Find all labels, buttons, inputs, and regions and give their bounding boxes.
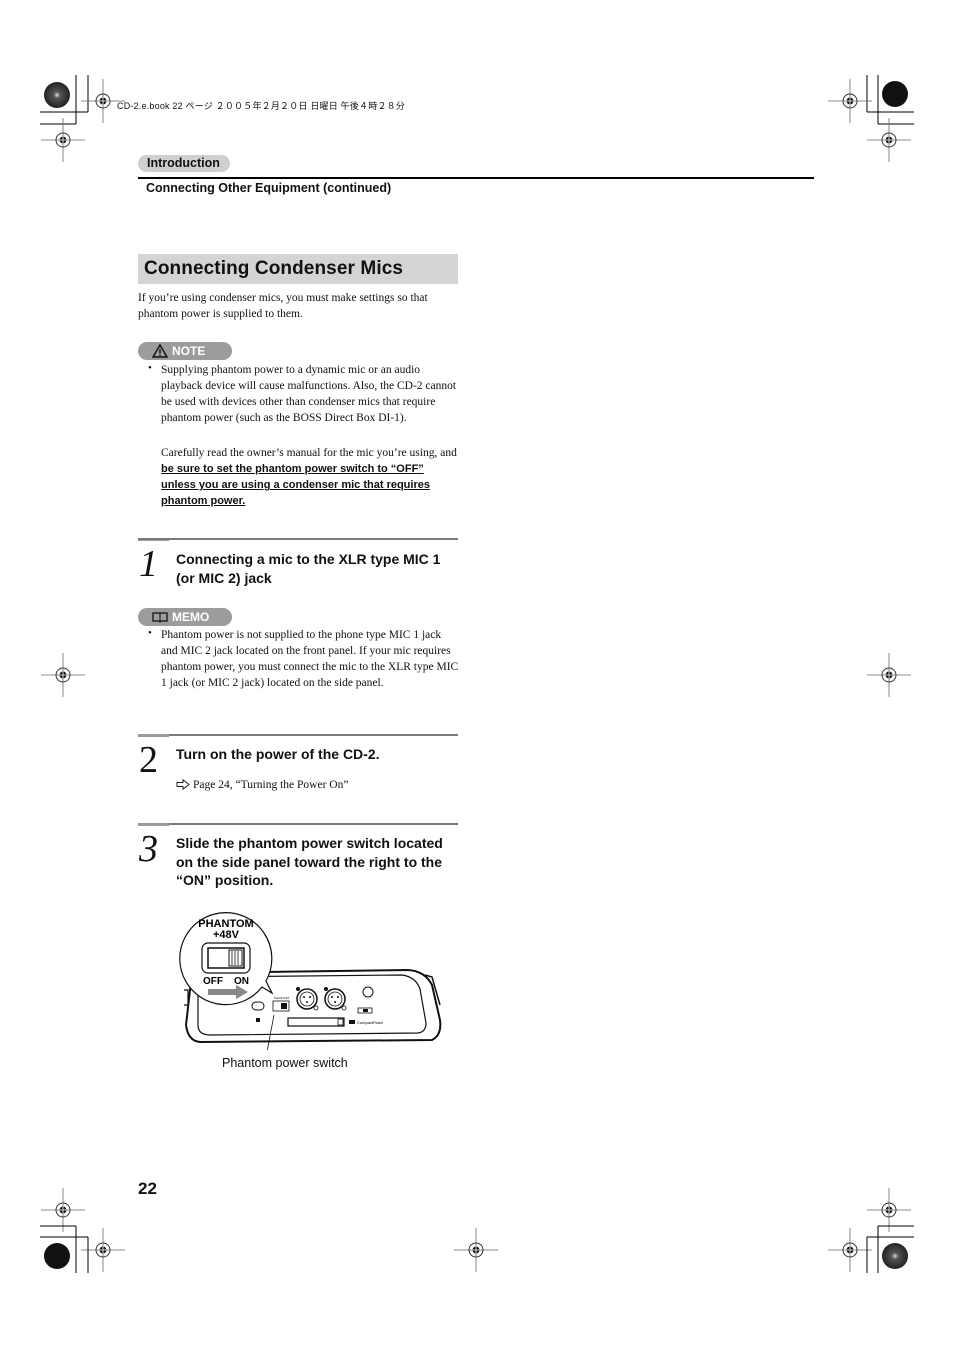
warning-triangle-icon	[152, 344, 168, 358]
color-target-mark	[44, 1243, 70, 1269]
step-rule	[138, 538, 458, 540]
section-tab: Introduction	[138, 155, 230, 172]
callout-voltage: +48V	[213, 929, 240, 941]
intro-paragraph: If you’re using condenser mics, you must…	[138, 292, 428, 320]
running-subheader: Connecting Other Equipment (continued)	[146, 181, 392, 195]
section-rule	[138, 177, 814, 179]
step-title: Turn on the power of the CD-2.	[176, 746, 380, 762]
arrow-right-icon	[176, 778, 190, 791]
note-label: NOTE	[172, 344, 206, 358]
note-warning-emphasis: be sure to set the phantom power switch …	[161, 463, 430, 507]
step-title: Connecting a mic to the XLR type MIC 1 (…	[176, 551, 441, 586]
page-title: Connecting Condenser Mics	[144, 258, 404, 279]
step-rule-accent	[138, 734, 169, 737]
page-reference[interactable]: Page 24, “Turning the Power On”	[176, 778, 348, 791]
lock-icon	[256, 1018, 260, 1022]
switch-off-label: OFF	[203, 976, 223, 987]
note-paragraph-lead: Carefully read the owner’s manual for th…	[161, 447, 457, 459]
step-rule	[138, 823, 458, 825]
book-icon	[152, 612, 168, 623]
page-number: 22	[138, 1179, 157, 1198]
step-rule	[138, 734, 458, 736]
page-reference-text[interactable]: Page 24, “Turning the Power On”	[193, 779, 348, 791]
svg-text:CompactFlash: CompactFlash	[357, 1020, 383, 1025]
memo-badge: MEMO	[138, 608, 232, 626]
print-job-info: CD-2.e.book 22 ページ ２００５年２月２０日 日曜日 午後４時２８…	[117, 101, 406, 111]
step-number: 3	[139, 828, 158, 870]
color-target-mark	[44, 82, 70, 108]
note-paragraph: Carefully read the owner’s manual for th…	[161, 445, 459, 509]
svg-text:PHANTOM: PHANTOM	[274, 996, 289, 1000]
bullet: •	[148, 627, 152, 639]
note-badge: NOTE	[138, 342, 232, 360]
bullet: •	[148, 362, 152, 374]
step-title: Slide the phantom power switch located o…	[176, 835, 443, 888]
color-target-mark	[882, 1243, 908, 1269]
figure-caption: Phantom power switch	[222, 1056, 348, 1070]
memo-item: Phantom power is not supplied to the pho…	[161, 629, 459, 689]
memo-label: MEMO	[172, 610, 210, 624]
note-item: Supplying phantom power to a dynamic mic…	[161, 364, 457, 424]
print-crop-marks	[40, 75, 914, 1273]
color-target-mark	[882, 81, 908, 107]
switch-knob	[228, 949, 243, 967]
step-rule-accent	[138, 823, 169, 826]
side-panel-illustration: PHANTOM CompactFlash PHANTOM +48V OFF ON	[179, 912, 442, 1050]
step-number: 1	[139, 543, 158, 585]
step-number: 2	[139, 739, 158, 781]
